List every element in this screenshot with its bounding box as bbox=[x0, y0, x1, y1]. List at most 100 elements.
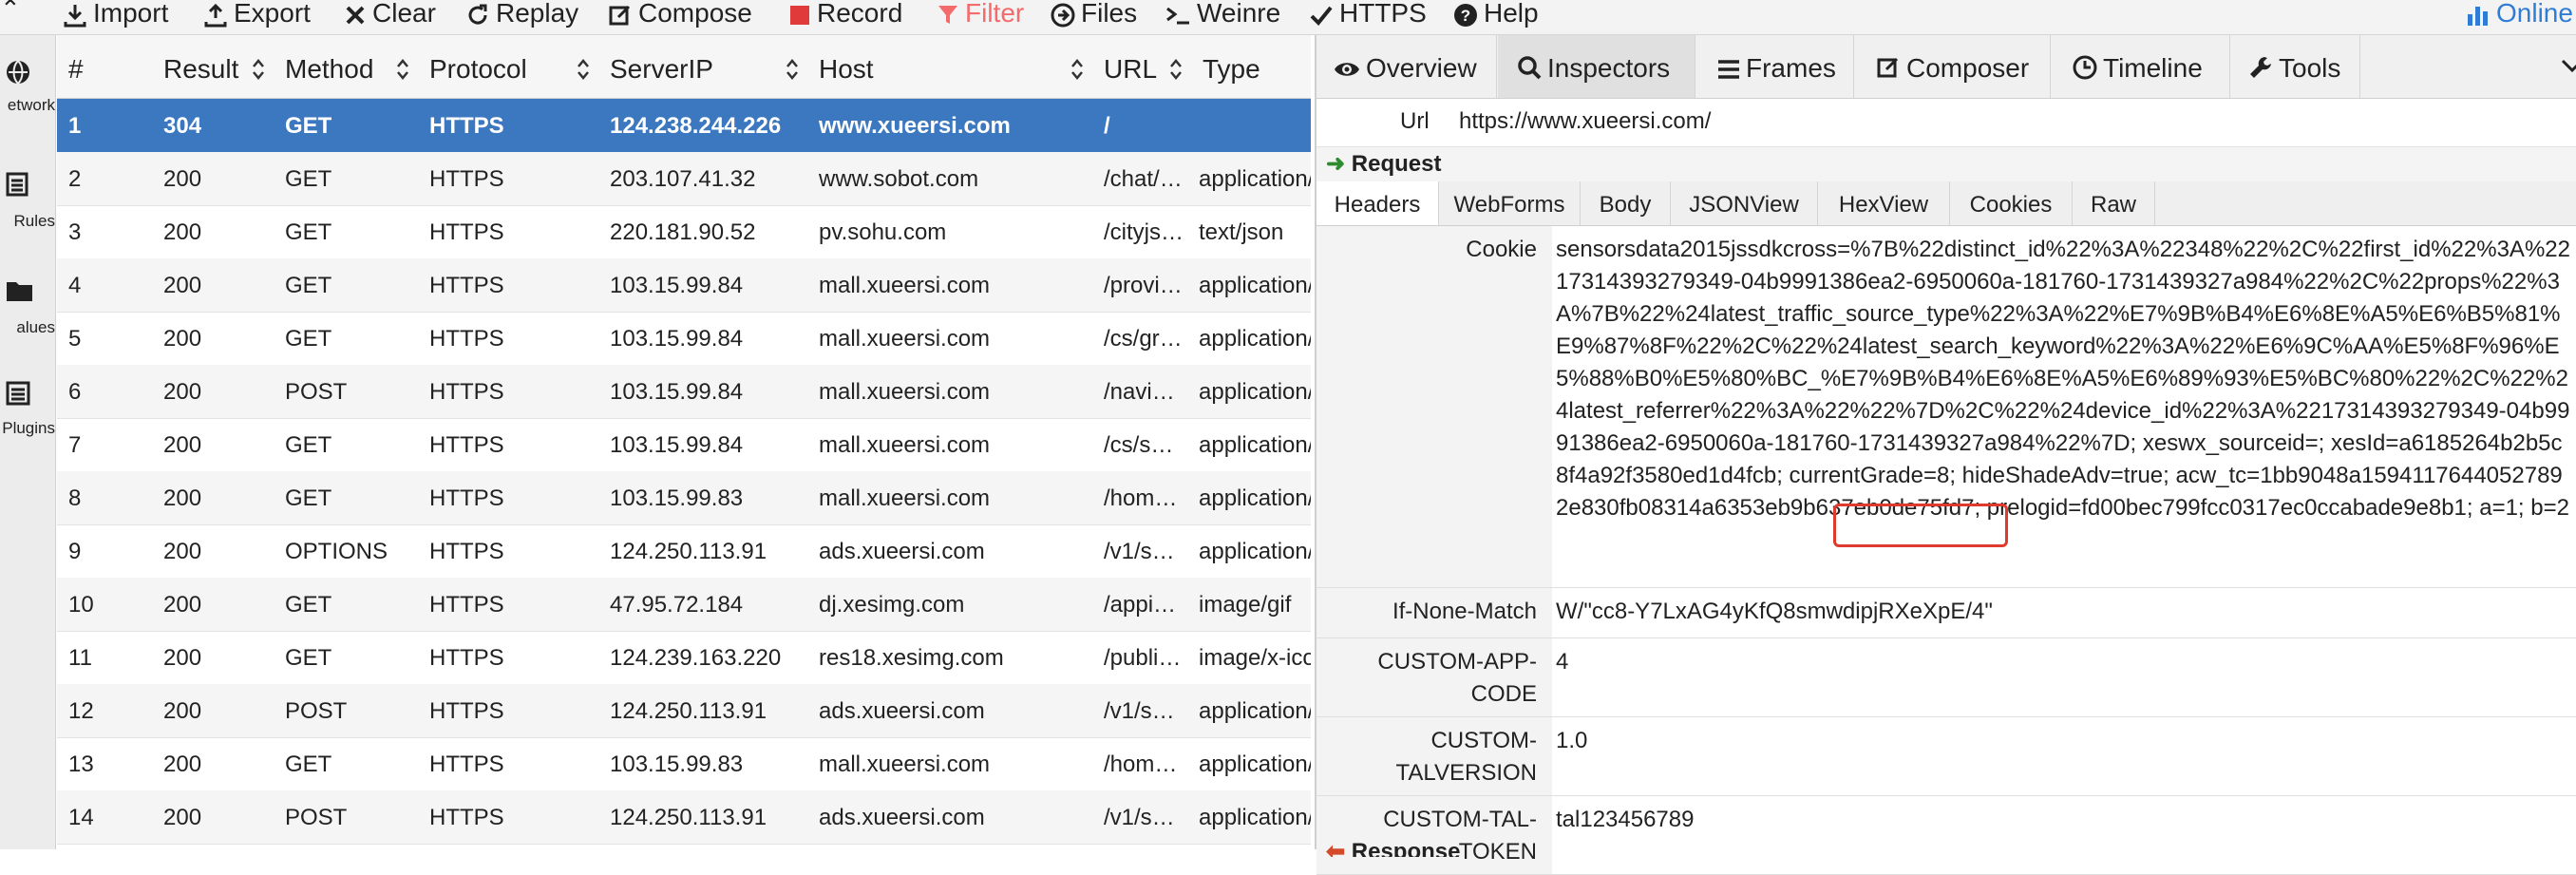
row-serverip: 124.250.113.91 bbox=[610, 539, 767, 564]
files-button[interactable]: Files bbox=[1051, 0, 1137, 30]
table-row[interactable]: 12 200 POST HTTPS 124.250.113.91 ads.xueersi.… bbox=[57, 684, 1311, 738]
column-header-protocol[interactable]: Protocol bbox=[429, 35, 527, 98]
row-num: 5 bbox=[68, 326, 82, 352]
sort-icon[interactable] bbox=[1070, 56, 1085, 83]
row-method: POST bbox=[285, 379, 348, 405]
tab-frames[interactable]: Frames bbox=[1696, 35, 1854, 98]
row-host: res18.xesimg.com bbox=[819, 645, 1004, 671]
row-num: 13 bbox=[68, 751, 94, 777]
header-value[interactable]: W/"cc8-Y7LxAG4yKfQ8smwdipjRXeXpE/4" bbox=[1556, 588, 2572, 628]
table-row[interactable]: 4 200 GET HTTPS 103.15.99.84 mall.xueersi.com… bbox=[57, 258, 1311, 313]
chevron-down-icon[interactable] bbox=[2561, 58, 2576, 73]
row-method: GET bbox=[285, 166, 332, 192]
row-num: 12 bbox=[68, 698, 94, 724]
https-button[interactable]: HTTPS bbox=[1309, 0, 1427, 30]
sort-icon[interactable] bbox=[251, 56, 266, 83]
table-row[interactable]: 7 200 GET HTTPS 103.15.99.84 mall.xueersi.com… bbox=[57, 418, 1311, 472]
row-num: 10 bbox=[68, 592, 94, 618]
row-result: 200 bbox=[163, 273, 202, 298]
row-num: 1 bbox=[68, 113, 82, 139]
sort-icon[interactable] bbox=[395, 56, 410, 83]
subtab-raw[interactable]: Raw bbox=[2073, 181, 2155, 225]
bar-chart-icon bbox=[2468, 6, 2488, 26]
column-header-method[interactable]: Method bbox=[285, 35, 373, 98]
column-header-serverip[interactable]: ServerIP bbox=[610, 35, 713, 98]
sidebar-label: etwork bbox=[7, 96, 55, 114]
rules-icon bbox=[6, 172, 28, 197]
row-result: 200 bbox=[163, 805, 202, 830]
table-row[interactable]: 14 200 POST HTTPS 124.250.113.91 ads.xueersi.… bbox=[57, 790, 1311, 845]
header-value[interactable]: tal123456789 bbox=[1556, 796, 2572, 836]
weinre-button[interactable]: Weinre bbox=[1165, 0, 1280, 30]
subtab-webforms[interactable]: WebForms bbox=[1439, 181, 1581, 225]
sort-icon[interactable] bbox=[1168, 56, 1184, 83]
filter-icon bbox=[938, 5, 957, 24]
sort-icon[interactable] bbox=[785, 56, 800, 83]
sidebar-item-network[interactable]: etwork bbox=[0, 60, 55, 155]
url-value[interactable]: https://www.xueersi.com/ bbox=[1459, 108, 1711, 135]
clear-button[interactable]: Clear bbox=[344, 0, 436, 30]
column-header-num[interactable]: # bbox=[68, 35, 84, 98]
tab-inspectors[interactable]: Inspectors bbox=[1498, 35, 1695, 98]
header-value[interactable]: sensorsdata2015jssdkcross=%7B%22distinct… bbox=[1556, 226, 2572, 524]
subtab-headers[interactable]: Headers bbox=[1316, 181, 1439, 225]
sidebar-item-plugins[interactable]: Plugins bbox=[0, 381, 55, 476]
replay-icon bbox=[468, 4, 487, 25]
search-icon bbox=[1518, 56, 1542, 80]
subtab-hexview[interactable]: HexView bbox=[1818, 181, 1950, 225]
replay-button[interactable]: Replay bbox=[465, 0, 578, 30]
row-url: /provi… bbox=[1104, 273, 1183, 298]
record-button[interactable]: Record bbox=[788, 0, 902, 30]
header-value[interactable]: 4 bbox=[1556, 638, 2572, 678]
help-button[interactable]: ? Help bbox=[1453, 0, 1539, 30]
row-num: 3 bbox=[68, 219, 82, 245]
values-icon bbox=[7, 282, 32, 301]
sidebar-item-rules[interactable]: Rules bbox=[0, 172, 55, 267]
sidebar-item-values[interactable]: alues bbox=[0, 278, 55, 373]
column-header-url[interactable]: URL bbox=[1104, 35, 1157, 98]
caret-up-icon[interactable]: ⌃ bbox=[0, 0, 21, 24]
table-row[interactable]: 3 200 GET HTTPS 220.181.90.52 pv.sohu.com/cit… bbox=[57, 205, 1311, 259]
tab-tools[interactable]: Tools bbox=[2231, 35, 2360, 98]
compose-button[interactable]: Compose bbox=[608, 0, 752, 30]
header-name: CUSTOM-APP-CODE bbox=[1316, 638, 1552, 716]
subtab-jsonview[interactable]: JSONView bbox=[1671, 181, 1818, 225]
column-header-host[interactable]: Host bbox=[819, 35, 874, 98]
row-type: image/x-ico bbox=[1199, 645, 1311, 671]
table-row[interactable]: 5 200 GET HTTPS 103.15.99.84 mall.xueersi.com… bbox=[57, 312, 1311, 366]
import-button[interactable]: Import bbox=[63, 0, 168, 30]
table-row[interactable]: 1 304 GET HTTPS 124.238.244.226 www.xueersi.c… bbox=[57, 99, 1311, 153]
check-icon bbox=[1310, 6, 1333, 26]
row-url: /cs/s… bbox=[1104, 432, 1174, 458]
tab-overview[interactable]: Overview bbox=[1316, 35, 1497, 98]
row-protocol: HTTPS bbox=[429, 698, 504, 724]
response-section-header[interactable]: ⬅ Response bbox=[1316, 838, 2576, 857]
row-type: application/ bbox=[1199, 485, 1311, 511]
filter-button[interactable]: Filter bbox=[937, 0, 1024, 30]
sort-icon[interactable] bbox=[576, 56, 591, 83]
table-row[interactable]: 8 200 GET HTTPS 103.15.99.83 mall.xueersi.com… bbox=[57, 471, 1311, 525]
column-header-result[interactable]: Result bbox=[163, 35, 238, 98]
arrow-right-icon: ➜ bbox=[1326, 151, 1346, 177]
request-section-header[interactable]: ➜ Request bbox=[1316, 147, 2576, 181]
tab-composer[interactable]: Composer bbox=[1855, 35, 2051, 98]
table-row[interactable]: 6 200 POST HTTPS 103.15.99.84 mall.xueersi.co… bbox=[57, 365, 1311, 419]
header-value[interactable]: 1.0 bbox=[1556, 717, 2572, 757]
table-row[interactable]: 9 200 OPTIONS HTTPS 124.250.113.91 ads.xueers… bbox=[57, 524, 1311, 579]
table-row[interactable]: 11 200 GET HTTPS 124.239.163.220 res18.xesimg… bbox=[57, 631, 1311, 685]
files-icon bbox=[1051, 3, 1075, 28]
table-row[interactable]: 13 200 GET HTTPS 103.15.99.83 mall.xueersi.co… bbox=[57, 737, 1311, 791]
subtab-body[interactable]: Body bbox=[1581, 181, 1671, 225]
subtab-cookies[interactable]: Cookies bbox=[1950, 181, 2073, 225]
row-protocol: HTTPS bbox=[429, 219, 504, 245]
online-button[interactable]: Online bbox=[2466, 0, 2573, 30]
tab-timeline[interactable]: Timeline bbox=[2052, 35, 2230, 98]
export-button[interactable]: Export bbox=[203, 0, 311, 30]
plugins-icon bbox=[6, 381, 30, 406]
row-method: GET bbox=[285, 326, 332, 352]
column-header-type[interactable]: Type bbox=[1203, 35, 1260, 98]
table-row[interactable]: 2 200 GET HTTPS 203.107.41.32 www.sobot.com/c… bbox=[57, 152, 1311, 206]
row-method: GET bbox=[285, 592, 332, 618]
row-protocol: HTTPS bbox=[429, 645, 504, 671]
table-row[interactable]: 10 200 GET HTTPS 47.95.72.184 dj.xesimg.com/a… bbox=[57, 578, 1311, 632]
